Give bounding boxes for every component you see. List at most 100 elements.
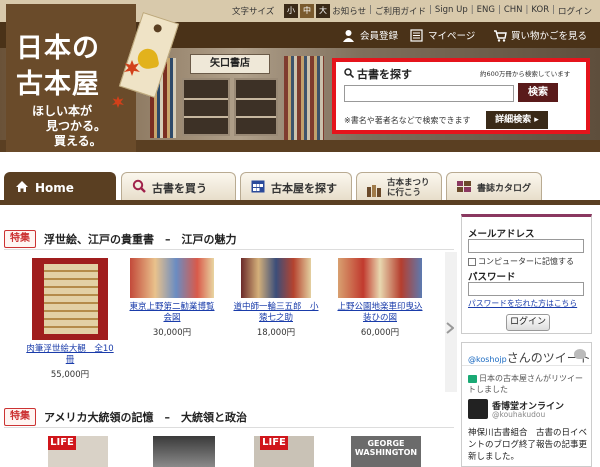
- book-card[interactable]: LIFE: [34, 436, 122, 467]
- password-field[interactable]: [468, 282, 584, 296]
- retweet-note: 日本の古本屋さんがリツイートしました: [468, 374, 583, 394]
- book-cover-image: [153, 436, 215, 467]
- tab-find-shop-label: 古本屋を探す: [271, 181, 337, 195]
- logo-tagline-1: ほしい本が: [32, 104, 93, 118]
- login-panel: メールアドレス コンピューターに記憶する パスワード パスワードを忘れた方はこち…: [461, 214, 592, 334]
- search-count-note: 約600万冊から検索しています: [480, 70, 571, 78]
- home-icon: [15, 180, 29, 196]
- feature-title: 浮世絵、江戸の貴重書 – 江戸の魅力: [44, 232, 237, 246]
- advanced-search-button[interactable]: 詳細検索 ▸: [486, 111, 548, 129]
- site-header: 矢口書店 文字サイズ 小 中 大 お知らせ | ご利用ガイド | Sign Up | …: [0, 0, 600, 152]
- book-cover-image: LIFE: [254, 436, 314, 467]
- register-label: 会員登録: [360, 31, 399, 42]
- feature-badge: 特集: [4, 407, 36, 426]
- logo-tagline-3: 買える。: [54, 134, 102, 148]
- cart-link[interactable]: 買い物かごを見る: [493, 28, 587, 42]
- tab-catalog[interactable]: 書誌カタログ: [446, 172, 542, 202]
- password-label: パスワード: [468, 272, 516, 283]
- font-size-buttons: 小 中 大: [284, 4, 330, 18]
- tab-buy-label: 古書を買う: [152, 181, 207, 195]
- tab-book-fair-label: 古本まつり に行こう: [387, 177, 430, 198]
- book-price: 18,000円: [256, 328, 296, 338]
- font-size-large-button[interactable]: 大: [316, 4, 330, 18]
- search-input[interactable]: [344, 85, 514, 102]
- remember-me[interactable]: コンピューターに記憶する: [468, 256, 574, 267]
- login-link[interactable]: ログイン: [558, 5, 592, 17]
- twitter-bird-icon: [574, 349, 586, 359]
- book-card[interactable]: 上野公園地楽車印曳込装ひの図 60,000円: [336, 258, 424, 338]
- news-link[interactable]: お知らせ: [332, 5, 366, 17]
- grid-icon: [251, 180, 265, 196]
- email-field[interactable]: [468, 239, 584, 253]
- books-icon: [367, 175, 381, 200]
- book-cover-image: [130, 258, 214, 298]
- email-label: メールアドレス: [468, 229, 535, 240]
- catalog-icon: [457, 180, 471, 195]
- search-button[interactable]: 検索: [518, 83, 558, 102]
- font-size-small-button[interactable]: 小: [284, 4, 298, 18]
- logo-tagline-2: 見つかる。: [46, 119, 107, 133]
- cart-icon: [493, 29, 507, 42]
- cover-text: LIFE: [48, 436, 76, 450]
- search-hint: ※書名や著者名などで検索できます: [344, 116, 471, 125]
- font-size-medium-button[interactable]: 中: [300, 4, 314, 18]
- carousel-next-icon[interactable]: [446, 322, 456, 336]
- tab-catalog-label: 書誌カタログ: [477, 184, 532, 194]
- store-window-right: [234, 78, 278, 136]
- avatar[interactable]: [468, 399, 488, 419]
- user-icon: [342, 29, 355, 42]
- retweet-icon: [468, 374, 477, 383]
- utility-links: お知らせ | ご利用ガイド | Sign Up | ENG | CHN | KOR | ログ…: [332, 5, 592, 17]
- book-title-link[interactable]: 上野公園地楽車印曳込装ひの図: [336, 302, 424, 324]
- tab-book-fair[interactable]: 古本まつり に行こう: [356, 172, 442, 202]
- tweet-user-handle[interactable]: @kouhakudou: [492, 410, 545, 419]
- remember-label: コンピューターに記憶する: [478, 257, 574, 266]
- feature-header-1: 特集 浮世絵、江戸の貴重書 – 江戸の魅力: [4, 228, 454, 250]
- mypage-link[interactable]: マイページ: [410, 28, 475, 42]
- lang-kor-link[interactable]: KOR: [531, 5, 549, 17]
- twitter-handle[interactable]: @koshojp: [468, 355, 507, 364]
- book-card[interactable]: GEORGE WASHINGTON: [342, 436, 430, 467]
- book-price: 55,000円: [50, 370, 90, 380]
- tab-home[interactable]: Home: [4, 172, 116, 202]
- book-card[interactable]: 東京上野第二勧業博覧会図 30,000円: [128, 258, 216, 338]
- sidebar: メールアドレス コンピューターに記憶する パスワード パスワードを忘れた方はこち…: [461, 214, 600, 467]
- book-cover-image: [241, 258, 311, 298]
- register-link[interactable]: 会員登録: [342, 28, 398, 42]
- twitter-widget: @koshojpさんのツイート 日本の古本屋さんがリツイートしました 香博堂オン…: [461, 342, 592, 467]
- search-panel: 古書を探す 約600万冊から検索しています 検索 ※書名や著者名などで検索できま…: [332, 58, 590, 134]
- feature-badge: 特集: [4, 229, 36, 248]
- store-window-left: [182, 78, 230, 136]
- cover-text: GEORGE WASHINGTON: [354, 439, 418, 457]
- tabs-underline: [0, 200, 600, 205]
- lang-eng-link[interactable]: ENG: [477, 5, 495, 17]
- remember-checkbox[interactable]: [468, 257, 476, 266]
- book-cover-image: LIFE: [48, 436, 108, 467]
- guide-link[interactable]: ご利用ガイド: [375, 5, 426, 17]
- signup-link[interactable]: Sign Up: [435, 5, 468, 17]
- book-card[interactable]: 道中師一輪三五郎 小猿七之助 18,000円: [232, 258, 320, 338]
- login-button[interactable]: ログイン: [506, 314, 550, 331]
- list-icon: [410, 28, 423, 42]
- book-price: 60,000円: [360, 328, 400, 338]
- book-card[interactable]: [140, 436, 228, 467]
- tweet-text: 神保川古書組合 古書の日イベントのブログ終了報告の記事更新しました。: [468, 428, 588, 462]
- feature-header-2: 特集 アメリカ大統領の記憶 – 大統領と政治: [4, 406, 454, 428]
- book-card[interactable]: LIFE: [240, 436, 328, 467]
- book-cover-image: [338, 258, 422, 298]
- tab-find-shop[interactable]: 古本屋を探す: [240, 172, 352, 202]
- book-title-link[interactable]: 東京上野第二勧業博覧会図: [128, 302, 216, 324]
- forgot-password-link[interactable]: パスワードを忘れた方はこちら: [468, 298, 577, 309]
- cart-label: 買い物かごを見る: [511, 31, 588, 42]
- book-cover-image: [32, 258, 108, 340]
- book-card[interactable]: 肉筆浮世絵大観 全10冊 55,000円: [26, 258, 114, 380]
- tab-buy-books[interactable]: 古書を買う: [121, 172, 236, 202]
- font-size-label: 文字サイズ: [232, 7, 275, 17]
- book-title-link[interactable]: 道中師一輪三五郎 小猿七之助: [232, 302, 320, 324]
- feature-title: アメリカ大統領の記憶 – 大統領と政治: [44, 410, 247, 424]
- book-title-link[interactable]: 肉筆浮世絵大観 全10冊: [26, 344, 114, 366]
- lang-chn-link[interactable]: CHN: [504, 5, 523, 17]
- book-price: 30,000円: [152, 328, 192, 338]
- cover-text: LIFE: [260, 436, 288, 450]
- site-logo[interactable]: 日本の 古本屋 ほしい本が 見つかる。 買える。: [6, 4, 136, 152]
